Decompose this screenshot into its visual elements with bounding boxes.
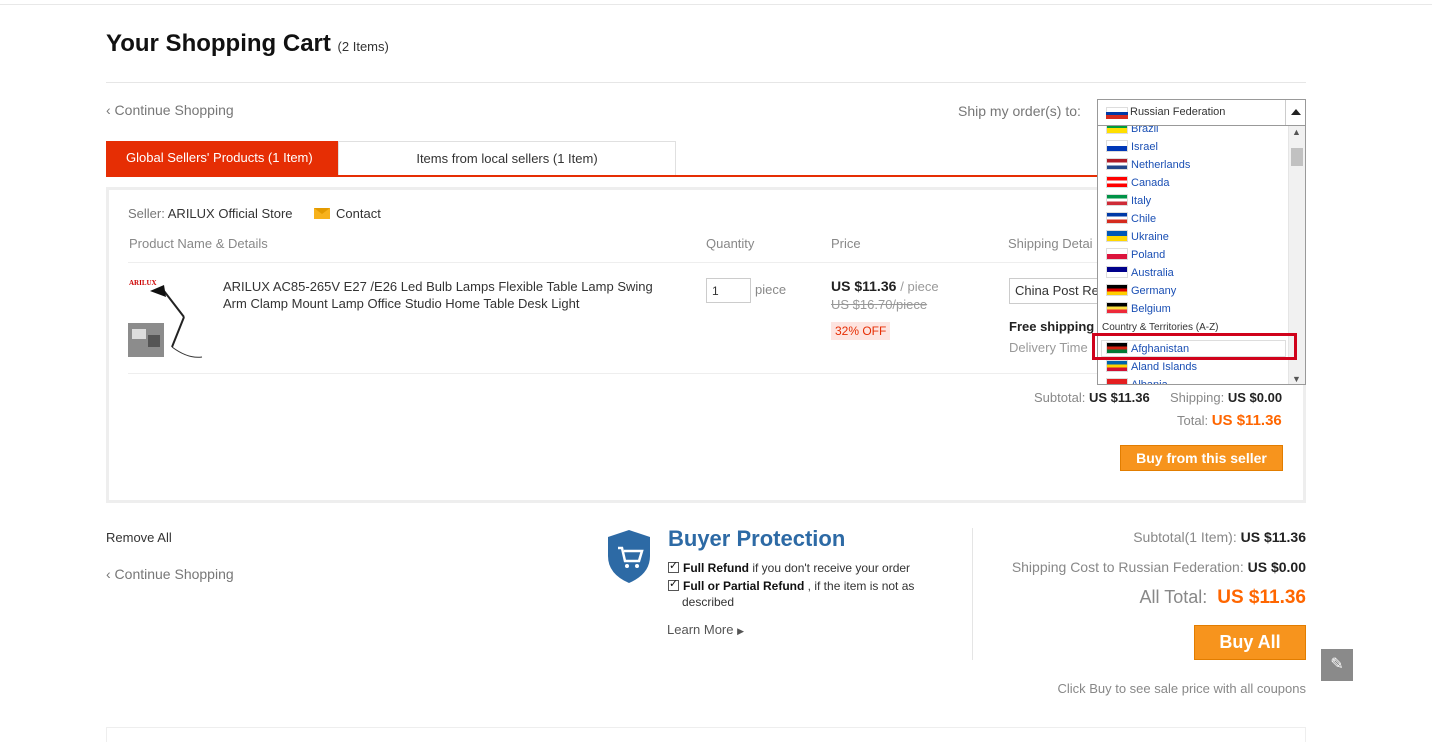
scroll-up-icon[interactable]: ▲ [1292,127,1301,137]
original-price: US $16.70/piece [831,297,928,312]
contact-seller-link[interactable]: Contact [314,206,381,221]
country-name: Germany [1131,285,1177,297]
country-option-netherlands[interactable]: Netherlands [1106,158,1190,176]
delivery-time-label: Delivery Time [1009,340,1088,355]
shipping-method-select[interactable]: China Post Reg [1009,278,1109,304]
country-name: Aland Islands [1131,361,1198,373]
product-thumbnail[interactable]: ARILUX [128,277,204,359]
quantity-input[interactable] [706,278,751,303]
canada-flag-icon [1106,176,1128,188]
country-name: Netherlands [1131,159,1191,171]
country-option-australia[interactable]: Australia [1106,266,1174,284]
country-name: Canada [1131,177,1170,189]
column-header-price: Price [831,236,861,251]
seller-subtotal: Subtotal: US $11.36 [1034,390,1150,405]
country-option-germany[interactable]: Germany [1106,284,1176,302]
netherlands-flag-icon [1106,158,1128,170]
poland-flag-icon [1106,248,1128,260]
seller-shipping: Shipping: US $0.00 [1170,390,1283,405]
russia-flag-icon [1106,107,1128,120]
dropdown-section-heading: Country & Territories (A-Z) [1102,322,1219,333]
partial-refund-line-cont: described [682,595,735,609]
aland-islands-flag-icon [1106,360,1128,372]
shield-cart-icon [606,528,652,584]
product-name-link[interactable]: ARILUX AC85-265V E27 /E26 Led Bulb Lamps… [223,278,653,312]
country-name: Australia [1131,267,1174,279]
tab-local-sellers[interactable]: Items from local sellers (1 Item) [338,141,676,175]
country-option-brazil[interactable]: Brazil [1106,126,1159,140]
scroll-thumb[interactable] [1291,148,1303,166]
albania-flag-icon [1106,378,1128,384]
item-count: (2 Items) [337,39,389,54]
order-subtotal: Subtotal(1 Item): US $11.36 [1133,529,1306,545]
seller-total: Total: US $11.36 [1177,412,1282,429]
checkbox-icon [668,559,679,573]
buyer-protection-title: Buyer Protection [668,526,846,551]
country-name: Brazil [1131,126,1159,135]
divider [972,528,973,660]
continue-shopping-link-bottom[interactable]: ‹ Continue Shopping [106,566,234,582]
scroll-down-icon[interactable]: ▼ [1292,374,1301,384]
country-name: Belgium [1131,303,1171,315]
country-option-canada[interactable]: Canada [1106,176,1170,194]
quantity-unit: piece [755,282,787,297]
ship-to-country-select[interactable]: Russian Federation [1097,99,1306,126]
page-title: Your Shopping Cart (2 Items) [106,30,389,57]
brazil-flag-icon [1106,126,1128,134]
buy-all-button[interactable]: Buy All [1194,625,1306,660]
brand-logo: ARILUX [129,279,157,287]
country-name: Poland [1131,249,1166,261]
selected-country: Russian Federation [1130,106,1226,118]
column-header-shipping: Shipping Detai [1008,236,1093,251]
country-option-italy[interactable]: Italy [1106,194,1151,212]
country-name: Israel [1131,141,1158,153]
country-option-aland-islands[interactable]: Aland Islands [1106,360,1197,378]
country-option-israel[interactable]: Israel [1106,140,1158,158]
ship-to-label: Ship my order(s) to: [958,103,1081,119]
country-option-chile[interactable]: Chile [1106,212,1156,230]
column-header-product: Product Name & Details [129,236,268,251]
country-option-poland[interactable]: Poland [1106,248,1165,266]
top-divider [0,4,1432,5]
remove-all-link[interactable]: Remove All [106,530,172,545]
order-shipping: Shipping Cost to Russian Federation: US … [1011,559,1306,575]
continue-shopping-link[interactable]: ‹ Continue Shopping [106,102,234,118]
australia-flag-icon [1106,266,1128,278]
country-name: Albania [1131,379,1168,385]
seller-info: Seller: ARILUX Official Store [128,206,293,221]
order-all-total: All Total: US $11.36 [1139,587,1306,608]
ukraine-flag-icon [1106,230,1128,242]
edit-pencil-icon[interactable]: ✎ [1321,649,1353,681]
tab-global-sellers[interactable]: Global Sellers' Products (1 Item) [106,141,338,175]
country-name: Chile [1131,213,1157,225]
learn-more-link[interactable]: Learn More ▶ [667,622,744,637]
checkbox-icon [668,577,679,591]
chile-flag-icon [1106,212,1128,224]
country-option-albania[interactable]: Albania [1106,378,1168,385]
discount-badge: 32% OFF [831,322,891,340]
bottom-panel [106,727,1306,742]
israel-flag-icon [1106,140,1128,152]
belgium-flag-icon [1106,302,1128,314]
country-name: Italy [1131,195,1152,207]
germany-flag-icon [1106,284,1128,296]
country-option-belgium[interactable]: Belgium [1106,302,1171,320]
italy-flag-icon [1106,194,1128,206]
country-option-ukraine[interactable]: Ukraine [1106,230,1169,248]
caret-right-icon: ▶ [737,626,745,636]
buy-from-seller-button[interactable]: Buy from this seller [1120,445,1283,471]
unit-price: US $11.36 / piece [831,278,939,294]
seller-name[interactable]: ARILUX Official Store [168,206,293,221]
full-refund-line: Full Refund if you don't receive your or… [668,559,910,575]
envelope-icon [314,208,330,219]
free-shipping-label: Free shipping [1009,319,1095,334]
partial-refund-line: Full or Partial Refund , if the item is … [668,577,914,593]
annotation-highlight-box [1092,333,1297,360]
dropdown-arrow-icon[interactable] [1285,100,1305,125]
country-name: Ukraine [1131,231,1169,243]
coupon-note: Click Buy to see sale price with all cou… [1057,681,1306,696]
column-header-quantity: Quantity [706,236,755,251]
divider [106,82,1306,83]
